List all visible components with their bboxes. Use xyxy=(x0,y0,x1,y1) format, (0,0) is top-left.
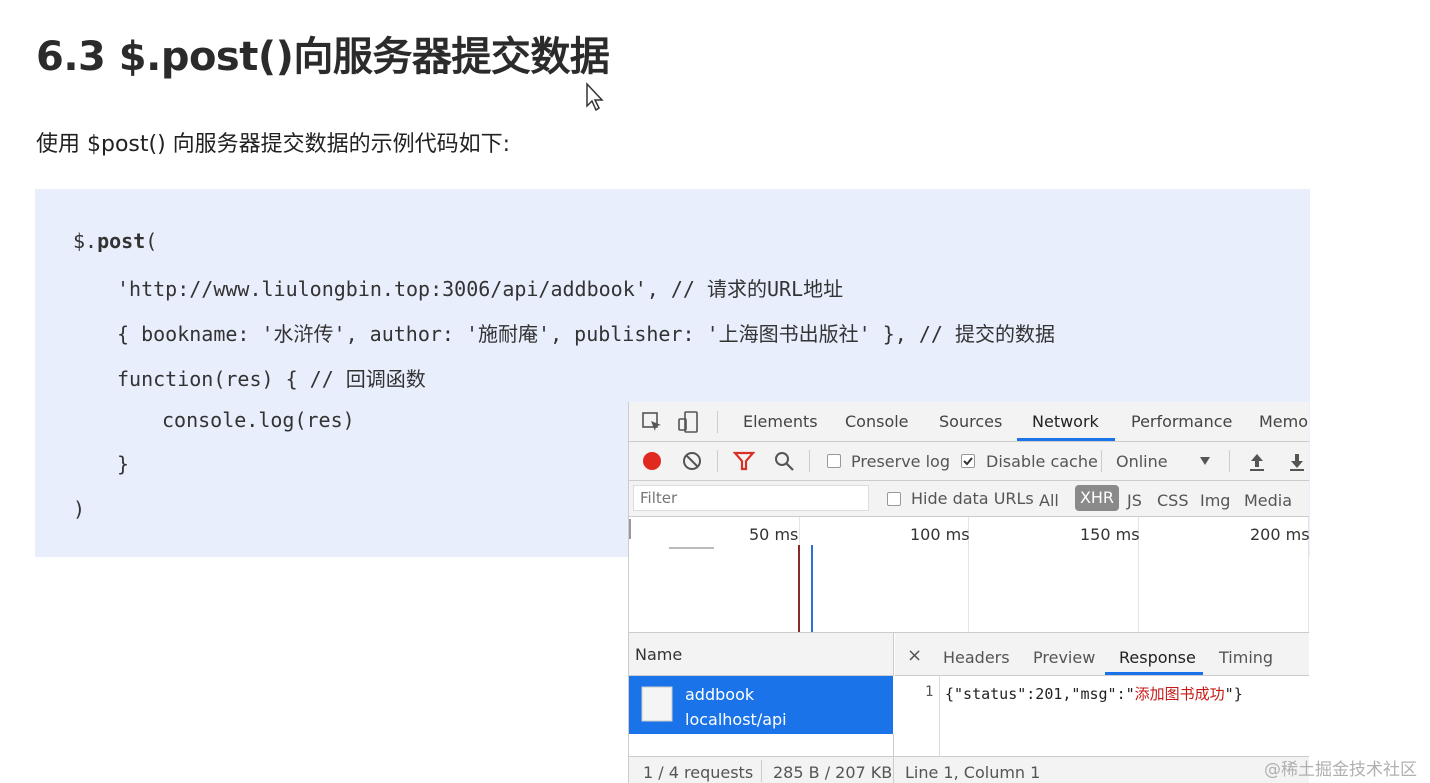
import-har-icon[interactable] xyxy=(1247,450,1267,472)
toolbar-separator xyxy=(717,450,718,472)
name-column-header[interactable]: Name xyxy=(629,633,894,676)
line-number: 1 xyxy=(925,684,934,700)
throttle-select[interactable]: Online xyxy=(1116,452,1168,471)
timeline-tick-label: 200 ms xyxy=(1250,525,1309,544)
record-icon[interactable] xyxy=(641,450,663,472)
filter-type-img[interactable]: Img xyxy=(1200,491,1230,510)
gutter-line xyxy=(939,676,940,756)
timeline-tick-label: 150 ms xyxy=(1080,525,1140,544)
code-line-3: { bookname: '水浒传', author: '施耐庵', publis… xyxy=(117,322,1055,346)
timeline-bar xyxy=(669,547,714,549)
inspect-element-icon[interactable] xyxy=(641,411,663,433)
active-tab-indicator xyxy=(1017,438,1115,441)
detail-tab-bar: × Headers Preview Response Timing xyxy=(895,633,1309,676)
device-toolbar-icon[interactable] xyxy=(677,410,701,434)
request-row[interactable]: addbook localhost/api xyxy=(629,676,893,734)
timeline-tick-label: 50 ms xyxy=(749,525,799,544)
filter-type-js[interactable]: JS xyxy=(1127,491,1142,510)
code-line-2: 'http://www.liulongbin.top:3006/api/addb… xyxy=(117,277,844,301)
devtools-panel: Elements Console Sources Network Perform… xyxy=(628,402,1309,783)
detail-tab-preview[interactable]: Preview xyxy=(1033,648,1095,667)
filter-icon[interactable] xyxy=(733,450,755,472)
detail-tab-timing[interactable]: Timing xyxy=(1219,648,1273,667)
network-toolbar: Preserve log Disable cache Online xyxy=(629,442,1309,481)
request-path: localhost/api xyxy=(685,710,787,729)
active-detail-tab-indicator xyxy=(1105,672,1203,675)
filter-type-xhr[interactable]: XHR xyxy=(1075,485,1119,511)
timeline-start-marker xyxy=(629,519,631,539)
status-separator xyxy=(893,757,894,783)
network-timeline[interactable]: 50 ms 100 ms 150 ms 200 ms xyxy=(629,517,1309,633)
toolbar-separator xyxy=(1101,450,1102,472)
response-json: {"status":201,"msg":"添加图书成功"} xyxy=(945,685,1243,703)
filter-bar: Hide data URLs All XHR JS CSS Img Media xyxy=(629,481,1309,517)
name-header-label: Name xyxy=(635,645,683,664)
filter-type-all[interactable]: All xyxy=(1039,491,1059,510)
request-count: 1 / 4 requests xyxy=(643,763,754,782)
timeline-tick-label: 100 ms xyxy=(910,525,970,544)
tab-separator xyxy=(717,411,718,433)
detail-tab-headers[interactable]: Headers xyxy=(943,648,1010,667)
tab-console[interactable]: Console xyxy=(845,412,909,431)
watermark: @稀土掘金技术社区 xyxy=(1264,760,1417,780)
hide-data-urls-checkbox[interactable] xyxy=(887,492,901,506)
filter-type-media[interactable]: Media xyxy=(1244,491,1292,510)
tab-performance[interactable]: Performance xyxy=(1131,412,1232,431)
tab-sources[interactable]: Sources xyxy=(939,412,1002,431)
response-viewer[interactable]: 1 {"status":201,"msg":"添加图书成功"} xyxy=(895,676,1309,756)
request-name: addbook xyxy=(685,685,755,704)
document-icon xyxy=(641,686,673,722)
search-icon[interactable] xyxy=(773,450,795,472)
page-heading: 6.3 $.post()向服务器提交数据 xyxy=(36,34,610,80)
cursor-position: Line 1, Column 1 xyxy=(905,763,1041,782)
tab-network[interactable]: Network xyxy=(1032,412,1099,431)
export-har-icon[interactable] xyxy=(1287,450,1307,472)
intro-text: 使用 $post() 向服务器提交数据的示例代码如下: xyxy=(36,132,511,157)
code-line-7: ) xyxy=(73,497,86,521)
checkmark-icon xyxy=(963,457,973,466)
hide-data-urls-label: Hide data URLs xyxy=(911,489,1034,508)
code-line-4: function(res) { // 回调函数 xyxy=(117,367,426,391)
transfer-size: 285 B / 207 KB xyxy=(773,763,893,782)
filter-type-css[interactable]: CSS xyxy=(1157,491,1188,510)
request-list-empty xyxy=(629,734,894,756)
disable-cache-label: Disable cache xyxy=(986,452,1098,471)
status-separator xyxy=(761,760,762,782)
devtools-tab-bar: Elements Console Sources Network Perform… xyxy=(629,402,1309,442)
status-bar: 1 / 4 requests 285 B / 207 KB Line 1, Co… xyxy=(629,756,1309,783)
preserve-log-checkbox[interactable] xyxy=(827,454,841,468)
dropdown-arrow-icon[interactable] xyxy=(1199,456,1211,466)
code-line-5: console.log(res) xyxy=(162,408,355,432)
detail-tab-response[interactable]: Response xyxy=(1119,648,1196,667)
filter-input[interactable] xyxy=(633,485,869,511)
preserve-log-label: Preserve log xyxy=(851,452,950,471)
tab-elements[interactable]: Elements xyxy=(743,412,818,431)
clear-icon[interactable] xyxy=(681,450,703,472)
code-line-6: } xyxy=(117,452,130,476)
mouse-cursor-icon xyxy=(586,82,604,112)
code-line-1: $.post( xyxy=(73,229,158,253)
tab-memory[interactable]: Memo xyxy=(1259,412,1308,431)
close-detail-icon[interactable]: × xyxy=(907,645,922,666)
toolbar-separator xyxy=(809,450,810,472)
toolbar-separator xyxy=(1229,450,1230,472)
dom-content-loaded-line xyxy=(798,545,800,632)
disable-cache-checkbox[interactable] xyxy=(961,454,975,468)
load-event-line xyxy=(811,545,813,632)
